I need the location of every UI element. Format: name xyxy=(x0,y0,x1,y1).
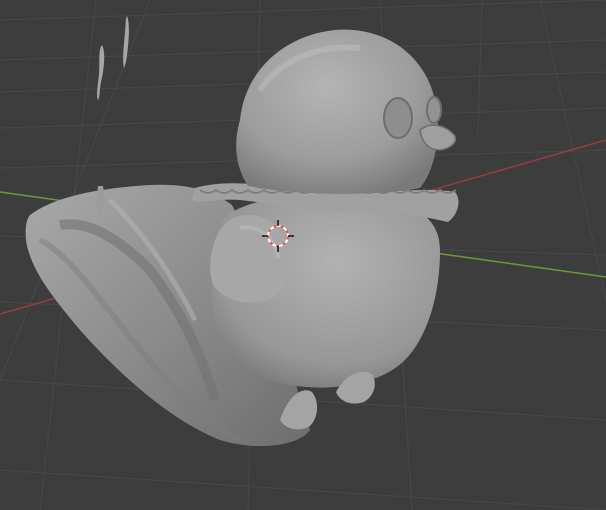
eye-left xyxy=(383,97,413,139)
3d-viewport[interactable] xyxy=(0,0,606,510)
viewport-canvas[interactable] xyxy=(0,0,606,510)
eye-right xyxy=(426,96,442,124)
